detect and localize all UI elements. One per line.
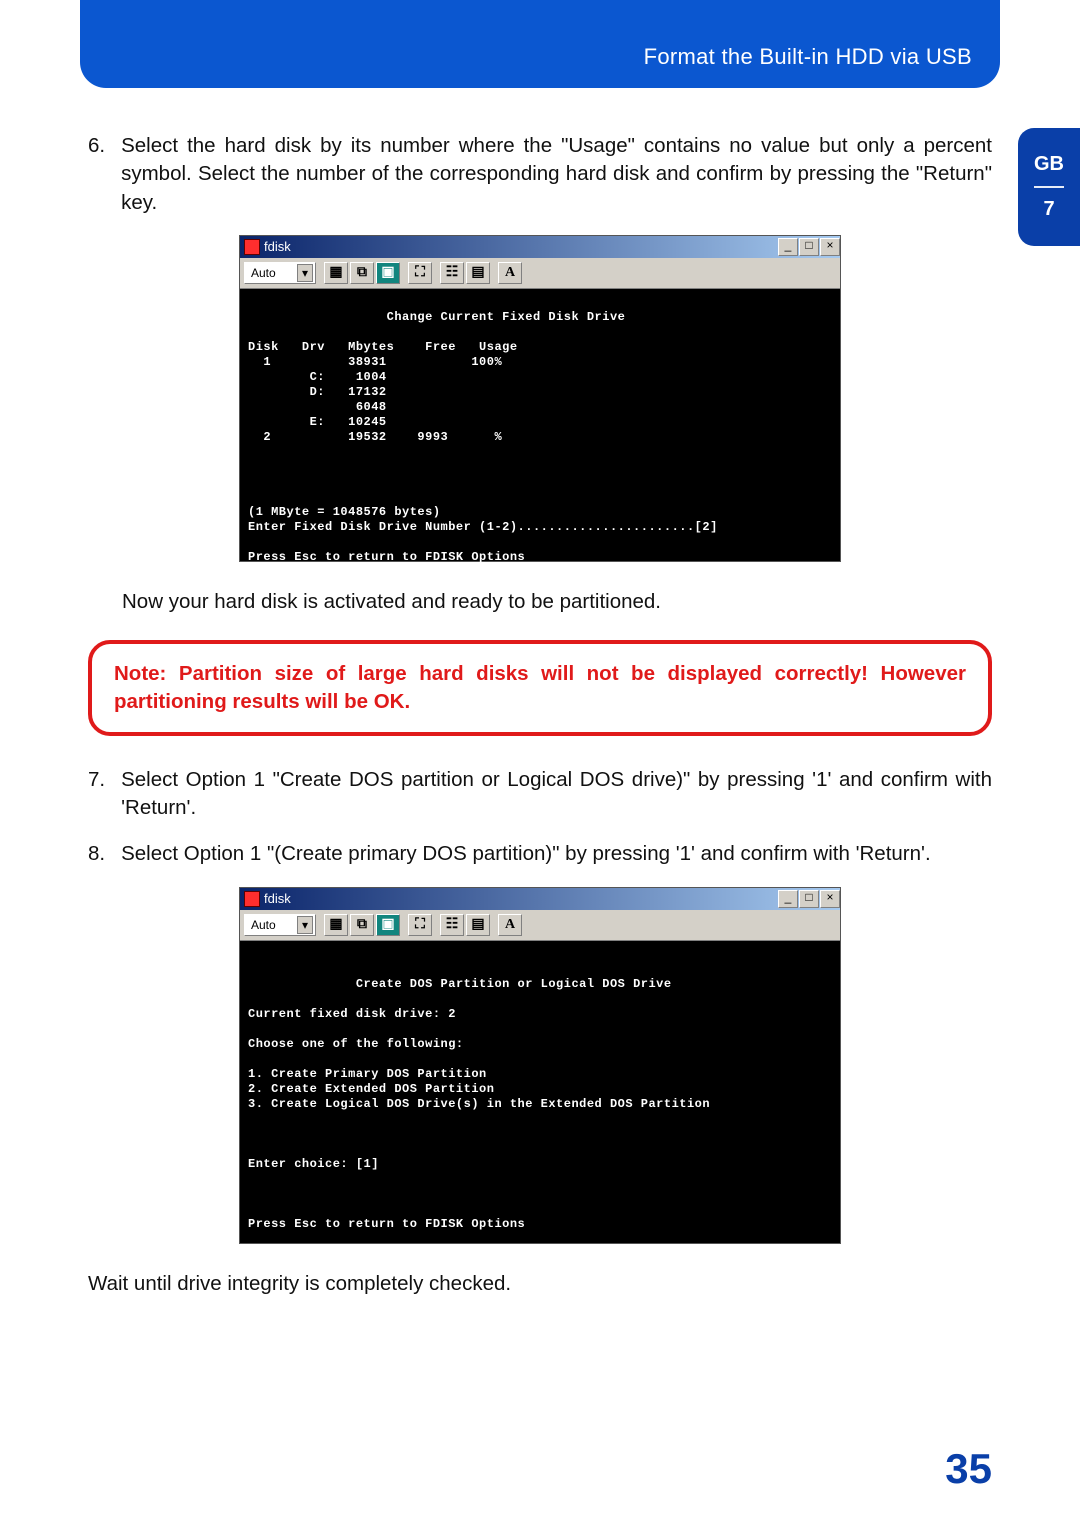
step-8-followup: Wait until drive integrity is completely…: [88, 1270, 992, 1298]
mode-select-value: Auto: [251, 918, 276, 932]
figure-fdisk-drive-select: fdisk _ □ × Auto ▾ ▦ ⧉ ▣ ⛶ ☷: [88, 235, 992, 562]
fdisk-window: fdisk _ □ × Auto ▾ ▦ ⧉ ▣ ⛶ ☷: [239, 235, 841, 562]
dos-row: E: 10245: [248, 415, 387, 429]
mode-select-value: Auto: [251, 266, 276, 280]
chevron-down-icon: ▾: [297, 916, 313, 934]
mode-select[interactable]: Auto ▾: [244, 262, 316, 284]
toolbar-button-fullscreen[interactable]: ⛶: [408, 914, 432, 936]
step-7: 7. Select Option 1 "Create DOS partition…: [88, 766, 992, 823]
dos-row: D: 17132: [248, 385, 387, 399]
window-title: fdisk: [264, 239, 291, 254]
step-6: 6. Select the hard disk by its number wh…: [88, 132, 992, 217]
toolbar-button-copy[interactable]: ⧉: [350, 914, 374, 936]
toolbar-button-1[interactable]: ▦: [324, 262, 348, 284]
toolbar-button-fullscreen[interactable]: ⛶: [408, 262, 432, 284]
toolbar-button-copy[interactable]: ⧉: [350, 262, 374, 284]
dos-screen: Create DOS Partition or Logical DOS Driv…: [240, 941, 840, 1243]
window-maximize-button[interactable]: □: [799, 890, 819, 908]
toolbar-button-paste[interactable]: ▣: [376, 914, 400, 936]
step-number: 8.: [88, 840, 105, 868]
step-8: 8. Select Option 1 "(Create primary DOS …: [88, 840, 992, 868]
tab-divider: [1034, 186, 1064, 188]
fdisk-icon: [244, 239, 260, 255]
toolbar-button-properties[interactable]: ☷: [440, 262, 464, 284]
toolbar-button-font[interactable]: A: [498, 914, 522, 936]
step-text: Select Option 1 "Create DOS partition or…: [121, 766, 992, 823]
dos-footer-3: Press Esc to return to FDISK Options: [248, 550, 525, 564]
chevron-down-icon: ▾: [297, 264, 313, 282]
fdisk-icon: [244, 891, 260, 907]
step-number: 7.: [88, 766, 105, 823]
toolbar-button-1[interactable]: ▦: [324, 914, 348, 936]
dos-heading: Change Current Fixed Disk Drive: [248, 310, 625, 324]
step-text: Select the hard disk by its number where…: [121, 132, 992, 217]
dos-footer-1: (1 MByte = 1048576 bytes): [248, 505, 441, 519]
window-minimize-button[interactable]: _: [778, 890, 798, 908]
toolbar-button-background[interactable]: ▤: [466, 914, 490, 936]
step-6-followup: Now your hard disk is activated and read…: [122, 588, 992, 616]
window-title: fdisk: [264, 891, 291, 906]
toolbar-button-font[interactable]: A: [498, 262, 522, 284]
dos-footer-2: Enter Fixed Disk Drive Number (1-2).....…: [248, 520, 718, 534]
mode-select[interactable]: Auto ▾: [244, 914, 316, 936]
window-toolbar: Auto ▾ ▦ ⧉ ▣ ⛶ ☷ ▤ A: [240, 910, 840, 941]
dos-row: 6048: [248, 400, 387, 414]
window-toolbar: Auto ▾ ▦ ⧉ ▣ ⛶ ☷ ▤ A: [240, 258, 840, 289]
window-minimize-button[interactable]: _: [778, 238, 798, 256]
note-callout: Note: Partition size of large hard disks…: [88, 640, 992, 736]
step-text: Select Option 1 "(Create primary DOS par…: [121, 840, 992, 868]
thumb-tab: GB 7: [1018, 128, 1080, 246]
page-header: Format the Built-in HDD via USB: [80, 0, 1000, 88]
dos-current-drive: Current fixed disk drive: 2: [248, 1007, 456, 1021]
dos-footer: Press Esc to return to FDISK Options: [248, 1217, 525, 1231]
dos-choose-label: Choose one of the following:: [248, 1037, 464, 1051]
window-titlebar: fdisk _ □ ×: [240, 236, 840, 258]
dos-option: 2. Create Extended DOS Partition: [248, 1082, 494, 1096]
window-titlebar: fdisk _ □ ×: [240, 888, 840, 910]
page-title: Format the Built-in HDD via USB: [644, 44, 972, 70]
toolbar-button-properties[interactable]: ☷: [440, 914, 464, 936]
step-number: 6.: [88, 132, 105, 217]
figure-fdisk-create-partition: fdisk _ □ × Auto ▾ ▦ ⧉ ▣ ⛶ ☷: [88, 887, 992, 1244]
window-close-button[interactable]: ×: [820, 890, 840, 908]
tab-language: GB: [1034, 153, 1064, 176]
dos-option: 3. Create Logical DOS Drive(s) in the Ex…: [248, 1097, 710, 1111]
toolbar-button-background[interactable]: ▤: [466, 262, 490, 284]
dos-screen: Change Current Fixed Disk Drive Disk Drv…: [240, 289, 840, 561]
dos-row: 1 38931 100%: [248, 355, 502, 369]
dos-row: C: 1004: [248, 370, 387, 384]
dos-option: 1. Create Primary DOS Partition: [248, 1067, 487, 1081]
tab-section-number: 7: [1043, 198, 1054, 221]
fdisk-window: fdisk _ □ × Auto ▾ ▦ ⧉ ▣ ⛶ ☷: [239, 887, 841, 1244]
window-maximize-button[interactable]: □: [799, 238, 819, 256]
toolbar-button-paste[interactable]: ▣: [376, 262, 400, 284]
dos-columns: Disk Drv Mbytes Free Usage: [248, 340, 518, 354]
dos-row: 2 19532 9993 %: [248, 430, 502, 444]
dos-enter-choice: Enter choice: [1]: [248, 1157, 379, 1171]
window-close-button[interactable]: ×: [820, 238, 840, 256]
dos-heading: Create DOS Partition or Logical DOS Driv…: [248, 977, 672, 991]
page-number: 35: [945, 1445, 992, 1493]
